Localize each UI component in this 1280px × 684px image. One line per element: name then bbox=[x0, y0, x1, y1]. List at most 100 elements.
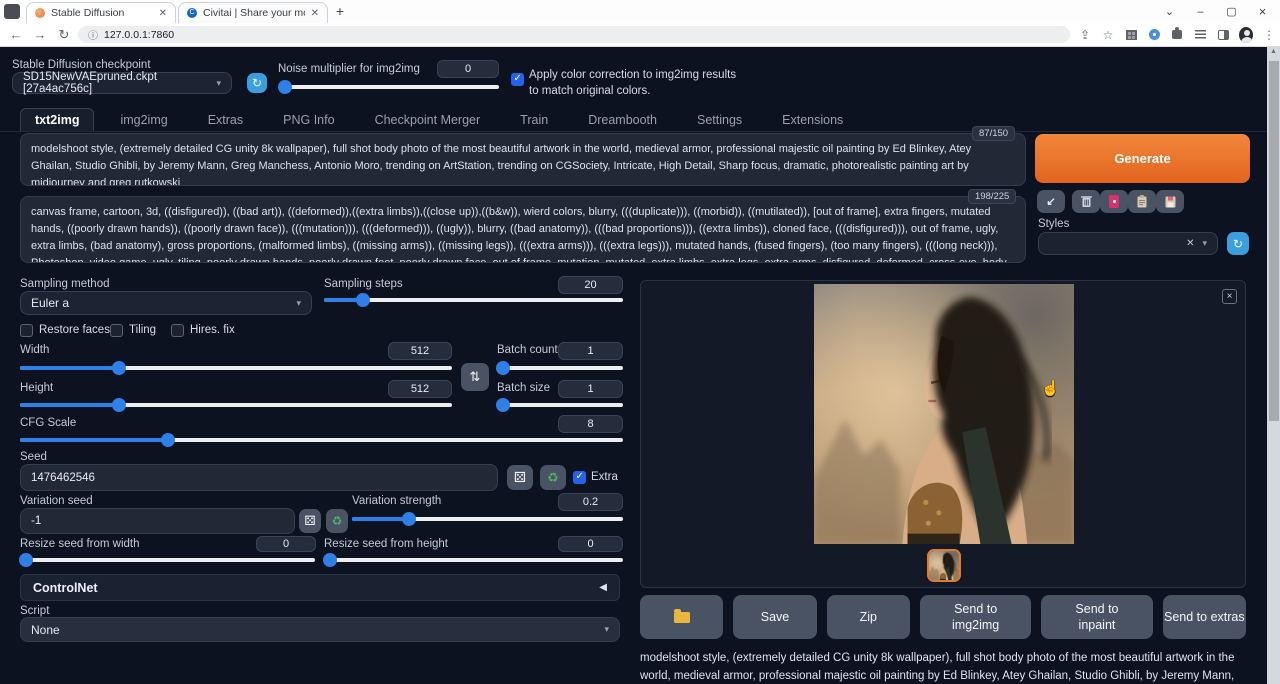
batch-size-slider[interactable] bbox=[497, 403, 623, 407]
site-info-icon[interactable]: ⓘ bbox=[88, 27, 98, 42]
browser-tab-stable-diffusion[interactable]: Stable Diffusion ✕ bbox=[26, 2, 176, 23]
extra-seed-checkbox[interactable] bbox=[573, 471, 586, 484]
restore-faces-checkbox[interactable] bbox=[20, 324, 33, 337]
noise-multiplier-slider[interactable] bbox=[280, 85, 499, 89]
tab-dreambooth[interactable]: Dreambooth bbox=[574, 109, 671, 131]
random-variation-seed-button[interactable]: ⚄ bbox=[299, 509, 321, 533]
bookmark-star-icon[interactable]: ☆ bbox=[1101, 28, 1115, 42]
clear-styles-icon[interactable]: ✕ bbox=[1186, 238, 1194, 249]
sampling-method-dropdown[interactable]: Euler a ▾ bbox=[20, 291, 312, 315]
close-icon[interactable]: × bbox=[1247, 4, 1278, 19]
minimize-icon[interactable]: – bbox=[1185, 6, 1216, 18]
batch-size-value[interactable]: 1 bbox=[558, 380, 623, 398]
share-icon[interactable]: ⇪ bbox=[1078, 28, 1092, 42]
sampling-steps-value[interactable]: 20 bbox=[558, 276, 623, 294]
apply-style-button[interactable] bbox=[1128, 190, 1156, 213]
send-to-extras-button[interactable]: Send to extras bbox=[1163, 595, 1246, 639]
checkpoint-dropdown[interactable]: SD15NewVAEpruned.ckpt [27a4ac756c] ▾ bbox=[12, 72, 232, 94]
noise-multiplier-label: Noise multiplier for img2img bbox=[278, 63, 420, 75]
tab-train[interactable]: Train bbox=[506, 109, 562, 131]
tab-txt2img[interactable]: txt2img bbox=[20, 108, 94, 131]
tab-checkpoint-merger[interactable]: Checkpoint Merger bbox=[361, 109, 495, 131]
swap-width-height-button[interactable]: ⇅ bbox=[461, 363, 489, 391]
variation-strength-slider[interactable] bbox=[352, 517, 623, 521]
tiling-label: Tiling bbox=[129, 324, 156, 336]
toolbar-right-icons: ⇪ ☆ ⋮ bbox=[1078, 28, 1276, 42]
forward-icon[interactable]: → bbox=[28, 27, 52, 42]
color-correction-checkbox[interactable] bbox=[511, 73, 524, 86]
variation-seed-input[interactable]: -1 bbox=[20, 508, 295, 534]
seed-input[interactable]: 1476462546 bbox=[20, 464, 498, 491]
width-slider[interactable] bbox=[20, 366, 452, 370]
tab-settings[interactable]: Settings bbox=[683, 109, 756, 131]
zip-button[interactable]: Zip bbox=[827, 595, 910, 639]
height-value[interactable]: 512 bbox=[388, 380, 452, 398]
send-to-img2img-button[interactable]: Send to img2img bbox=[920, 595, 1031, 639]
profile-avatar[interactable] bbox=[1239, 27, 1253, 43]
chevron-down-icon[interactable]: ⌄ bbox=[1154, 5, 1185, 18]
script-dropdown[interactable]: None ▾ bbox=[20, 617, 620, 642]
save-button[interactable]: Save bbox=[733, 595, 816, 639]
random-seed-button[interactable]: ⚄ bbox=[507, 465, 533, 490]
cfg-scale-value[interactable]: 8 bbox=[558, 415, 623, 433]
style-card-button[interactable] bbox=[1100, 190, 1128, 213]
variation-seed-label: Variation seed bbox=[20, 495, 93, 507]
address-bar[interactable]: ⓘ 127.0.0.1:7860 bbox=[78, 26, 1070, 43]
cfg-scale-slider[interactable] bbox=[20, 438, 623, 442]
tab-img2img[interactable]: img2img bbox=[106, 109, 181, 131]
refresh-icon: ↻ bbox=[252, 76, 262, 90]
folder-icon bbox=[674, 612, 690, 623]
controlnet-accordion[interactable]: ControlNet ◀ bbox=[20, 574, 620, 601]
browser-menu-icon[interactable]: ⋮ bbox=[1262, 28, 1276, 42]
reuse-variation-seed-button[interactable]: ♻ bbox=[326, 509, 348, 533]
maximize-icon[interactable]: ▢ bbox=[1216, 5, 1247, 18]
prompt-textarea[interactable]: modelshoot style, (extremely detailed CG… bbox=[20, 133, 1026, 186]
tiling-checkbox[interactable] bbox=[110, 324, 123, 337]
scrollbar-thumb[interactable] bbox=[1269, 61, 1279, 421]
width-value[interactable]: 512 bbox=[388, 342, 452, 360]
noise-multiplier-value[interactable]: 0 bbox=[437, 60, 499, 78]
generated-image[interactable] bbox=[814, 284, 1074, 544]
generate-button[interactable]: Generate bbox=[1035, 134, 1250, 183]
gallery-close-button[interactable]: × bbox=[1222, 289, 1237, 304]
height-slider[interactable] bbox=[20, 403, 452, 407]
tab-extensions[interactable]: Extensions bbox=[768, 109, 857, 131]
batch-count-slider[interactable] bbox=[497, 366, 623, 370]
page-scrollbar[interactable]: ▲ bbox=[1267, 47, 1280, 684]
paste-generation-params-button[interactable]: ↙ bbox=[1037, 190, 1065, 213]
send-to-inpaint-button[interactable]: Send to inpaint bbox=[1041, 595, 1152, 639]
tab-png-info[interactable]: PNG Info bbox=[269, 109, 348, 131]
clear-prompt-button[interactable] bbox=[1072, 190, 1100, 213]
back-icon[interactable]: ← bbox=[4, 27, 28, 42]
scroll-up-icon[interactable]: ▲ bbox=[1267, 48, 1280, 55]
resize-seed-width-value[interactable]: 0 bbox=[256, 536, 316, 552]
close-icon: × bbox=[1227, 291, 1233, 302]
resize-seed-height-slider[interactable] bbox=[324, 558, 623, 562]
reading-list-icon[interactable] bbox=[1195, 30, 1206, 39]
side-panel-icon[interactable] bbox=[1218, 30, 1229, 40]
extensions-puzzle-icon[interactable] bbox=[1172, 30, 1182, 39]
reuse-seed-button[interactable]: ♻ bbox=[540, 465, 566, 490]
variation-strength-value[interactable]: 0.2 bbox=[558, 493, 623, 511]
tab-close-icon[interactable]: ✕ bbox=[159, 8, 167, 19]
extension-grid-icon[interactable] bbox=[1126, 30, 1137, 40]
tab-extras[interactable]: Extras bbox=[194, 109, 257, 131]
script-label: Script bbox=[20, 605, 49, 617]
hires-fix-checkbox[interactable] bbox=[171, 324, 184, 337]
styles-dropdown[interactable]: ✕ ▾ bbox=[1038, 232, 1218, 255]
resize-seed-height-value[interactable]: 0 bbox=[558, 536, 623, 552]
sampling-steps-slider[interactable] bbox=[324, 298, 623, 302]
resize-seed-width-slider[interactable] bbox=[20, 558, 315, 562]
gallery-thumbnail[interactable] bbox=[927, 549, 961, 582]
checkpoint-refresh-button[interactable]: ↻ bbox=[247, 73, 267, 93]
tab-close-icon[interactable]: ✕ bbox=[311, 8, 319, 19]
save-style-button[interactable] bbox=[1156, 190, 1184, 213]
browser-tab-civitai[interactable]: C Civitai | Share your models ✕ bbox=[178, 2, 328, 23]
styles-refresh-button[interactable]: ↻ bbox=[1227, 232, 1249, 255]
extension-blue-dot-icon[interactable] bbox=[1149, 29, 1160, 40]
reload-icon[interactable]: ↻ bbox=[52, 27, 76, 43]
batch-count-value[interactable]: 1 bbox=[558, 342, 623, 360]
open-output-folder-button[interactable] bbox=[640, 595, 723, 639]
negative-prompt-textarea[interactable]: canvas frame, cartoon, 3d, ((disfigured)… bbox=[20, 196, 1026, 263]
new-tab-button[interactable]: + bbox=[330, 3, 350, 21]
